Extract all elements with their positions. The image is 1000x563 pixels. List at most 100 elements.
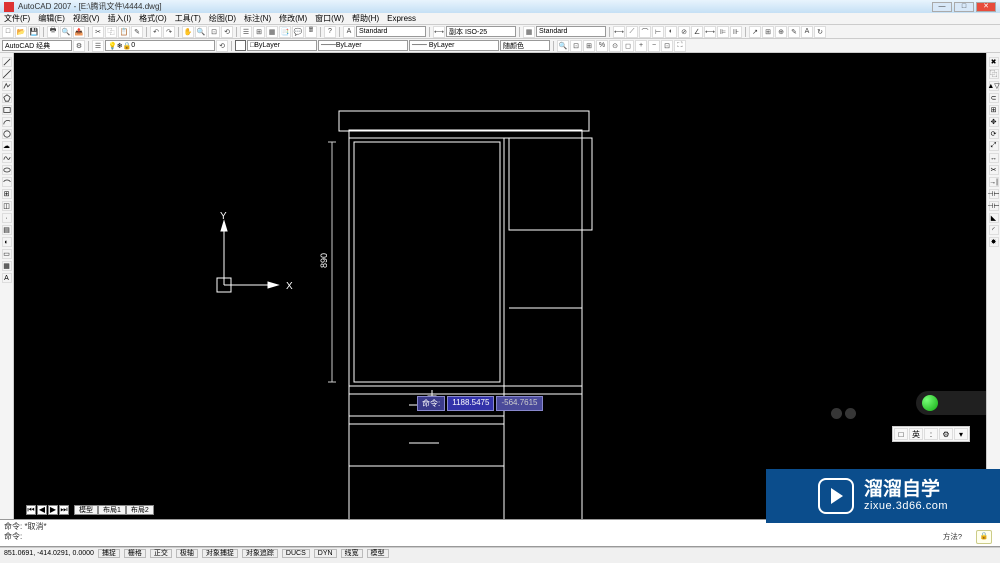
centermark-button[interactable]: ⊕ — [775, 26, 787, 38]
dim-radius-button[interactable]: ◐ — [665, 26, 677, 38]
chamfer-tool[interactable]: ◣ — [989, 213, 999, 223]
menu-format[interactable]: 格式(O) — [139, 13, 167, 24]
dim-linear-button[interactable]: ⟷ — [613, 26, 625, 38]
lineweight-dropdown[interactable]: ─── ByLayer — [409, 40, 499, 51]
undo-button[interactable]: ↶ — [150, 26, 162, 38]
paste-button[interactable]: 📋 — [118, 26, 130, 38]
line-tool[interactable] — [2, 57, 12, 67]
scale-tool[interactable]: ⤢ — [989, 141, 999, 151]
new-button[interactable]: □ — [2, 26, 14, 38]
dim-angular-button[interactable]: ∠ — [691, 26, 703, 38]
workspace-settings-button[interactable]: ⚙ — [73, 40, 85, 52]
zoom-dyn-button[interactable]: ⊞ — [583, 40, 595, 52]
menu-insert[interactable]: 插入(I) — [108, 13, 132, 24]
trim-tool[interactable]: ✂ — [989, 165, 999, 175]
grid-toggle[interactable]: 栅格 — [124, 549, 146, 558]
dim-ordinate-button[interactable]: ⊢ — [652, 26, 664, 38]
cut-button[interactable]: ✂ — [92, 26, 104, 38]
dyn-toggle[interactable]: DYN — [314, 549, 337, 558]
xline-tool[interactable] — [2, 69, 12, 79]
menu-view[interactable]: 视图(V) — [73, 13, 100, 24]
dimupdate-button[interactable]: ↻ — [814, 26, 826, 38]
zoom-window-button[interactable]: ⊡ — [208, 26, 220, 38]
lwt-toggle[interactable]: 线宽 — [341, 549, 363, 558]
sheetset-button[interactable]: 📑 — [279, 26, 291, 38]
dim-diameter-button[interactable]: ⊘ — [678, 26, 690, 38]
menu-tools[interactable]: 工具(T) — [175, 13, 201, 24]
fillet-tool[interactable]: ◜ — [989, 225, 999, 235]
layer-manager-button[interactable]: ☰ — [92, 40, 104, 52]
zoom-button[interactable]: 🔍 — [195, 26, 207, 38]
insert-tool[interactable]: ⊞ — [2, 189, 12, 199]
tab-model[interactable]: 模型 — [74, 505, 98, 515]
copy-tool[interactable]: ⿻ — [989, 69, 999, 79]
dim-arc-button[interactable]: ⌒ — [639, 26, 651, 38]
revcloud-tool[interactable]: ☁ — [2, 141, 12, 151]
dim-continue-button[interactable]: ⊪ — [730, 26, 742, 38]
pan-button[interactable]: ✋ — [182, 26, 194, 38]
layout-prev-button[interactable]: ◀ — [37, 505, 47, 515]
command-prompt[interactable]: 命令: — [4, 532, 996, 542]
dimstyle-dropdown[interactable]: 副本 ISO-25 — [446, 26, 516, 37]
dimedit-button[interactable]: ✎ — [788, 26, 800, 38]
workspace-dropdown[interactable]: AutoCAD 经典 — [2, 40, 72, 51]
menu-file[interactable]: 文件(F) — [4, 13, 30, 24]
tablestyle-icon[interactable]: ▦ — [523, 26, 535, 38]
otrack-toggle[interactable]: 对象追踪 — [242, 549, 278, 558]
dyn-x-value[interactable]: 1188.5475 — [447, 396, 494, 411]
publish-button[interactable]: 📤 — [73, 26, 85, 38]
polygon-tool[interactable] — [2, 93, 12, 103]
command-lock-icon[interactable]: 🔒 — [976, 530, 992, 544]
menu-dimension[interactable]: 标注(N) — [244, 13, 271, 24]
ellipse-tool[interactable] — [2, 165, 12, 175]
move-tool[interactable]: ✥ — [989, 117, 999, 127]
zoom-in-button[interactable]: + — [635, 40, 647, 52]
polar-toggle[interactable]: 极轴 — [176, 549, 198, 558]
zoom-prev-button[interactable]: ⟲ — [221, 26, 233, 38]
linetype-dropdown[interactable]: ─── ByLayer — [318, 40, 408, 51]
textstyle-dropdown[interactable]: Standard — [356, 26, 426, 37]
zoom-scale-button[interactable]: % — [596, 40, 608, 52]
menu-draw[interactable]: 绘图(D) — [209, 13, 236, 24]
model-toggle[interactable]: 模型 — [367, 549, 389, 558]
menu-express[interactable]: Express — [387, 14, 416, 23]
coordinate-display[interactable]: 851.0691, -414.0291, 0.0000 — [4, 550, 94, 557]
command-area[interactable]: 命令: *取消* 命令: 方法? 🔒 — [0, 519, 1000, 547]
menu-edit[interactable]: 编辑(E) — [38, 13, 65, 24]
gradient-tool[interactable]: ◐ — [2, 237, 12, 247]
help-button[interactable]: ? — [324, 26, 336, 38]
ime-lang-button[interactable]: 英 — [909, 428, 923, 440]
calc-button[interactable]: 🖩 — [305, 26, 317, 38]
ortho-toggle[interactable]: 正交 — [150, 549, 172, 558]
ime-settings-button[interactable]: ⚙ — [939, 428, 953, 440]
break-tool[interactable]: ⊣⊢ — [989, 189, 999, 199]
explode-tool[interactable]: ✸ — [989, 237, 999, 247]
join-tool[interactable]: ⊣⊢ — [989, 201, 999, 211]
redo-button[interactable]: ↷ — [163, 26, 175, 38]
ime-shape-button[interactable]: □ — [894, 428, 908, 440]
circle-tool[interactable] — [2, 129, 12, 139]
tab-layout1[interactable]: 布局1 — [98, 505, 126, 515]
maximize-button[interactable]: □ — [954, 2, 974, 12]
mtext-tool[interactable]: A — [2, 273, 12, 283]
hatch-tool[interactable]: ▤ — [2, 225, 12, 235]
toolpalette-button[interactable]: ▦ — [266, 26, 278, 38]
offset-tool[interactable]: ⊂ — [989, 93, 999, 103]
preview-button[interactable]: 🔍 — [60, 26, 72, 38]
layout-last-button[interactable]: ⏭ — [59, 505, 69, 515]
ime-menu-button[interactable]: ▾ — [954, 428, 968, 440]
zoom-out-button[interactable]: − — [648, 40, 660, 52]
zoom-realtime-button[interactable]: 🔍 — [557, 40, 569, 52]
copy-button[interactable]: ⿻ — [105, 26, 117, 38]
ime-toolbar[interactable]: □ 英 : ⚙ ▾ — [892, 426, 970, 442]
menu-window[interactable]: 窗口(W) — [315, 13, 344, 24]
dyn-y-value[interactable]: -564.7615 — [496, 396, 542, 411]
layer-dropdown[interactable]: 💡❄🔒 0 — [105, 40, 215, 51]
tablestyle-dropdown[interactable]: Standard — [536, 26, 606, 37]
dim-baseline-button[interactable]: ⊫ — [717, 26, 729, 38]
erase-tool[interactable]: ✖ — [989, 57, 999, 67]
close-button[interactable]: ✕ — [976, 2, 996, 12]
osnap-toggle[interactable]: 对象捕捉 — [202, 549, 238, 558]
region-tool[interactable]: ▭ — [2, 249, 12, 259]
textstyle-icon[interactable]: A — [343, 26, 355, 38]
